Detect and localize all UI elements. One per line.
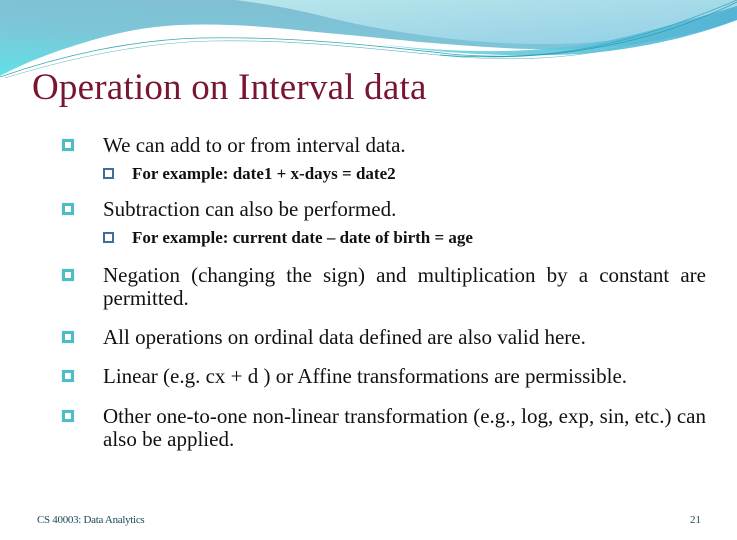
square-bullet-icon: [62, 370, 74, 382]
slide-content: We can add to or from interval data. For…: [60, 134, 706, 451]
sub-bullet-item: For example: date1 + x-days = date2: [60, 163, 706, 185]
bullet-text: Linear (e.g. cx + d ) or Affine transfor…: [103, 364, 628, 388]
sub-bullet-text: For example: date1 + x-days = date2: [132, 164, 396, 183]
bullet-text: All operations on ordinal data defined a…: [103, 325, 586, 349]
page-number: 21: [690, 514, 701, 526]
bullet-text: Other one-to-one non-linear transformati…: [103, 404, 706, 451]
sub-bullet-text: For example: current date – date of birt…: [132, 228, 473, 247]
slide-title: Operation on Interval data: [32, 67, 427, 108]
sub-bullet-item: For example: current date – date of birt…: [60, 227, 706, 249]
square-sub-bullet-icon: [103, 232, 114, 243]
bullet-item: Other one-to-one non-linear transformati…: [60, 405, 706, 451]
bullet-text: Negation (changing the sign) and multipl…: [103, 263, 706, 310]
bullet-item: Linear (e.g. cx + d ) or Affine transfor…: [60, 365, 706, 388]
footer-course: CS 40003: Data Analytics: [37, 514, 145, 526]
square-bullet-icon: [62, 331, 74, 343]
square-bullet-icon: [62, 269, 74, 281]
bullet-item: All operations on ordinal data defined a…: [60, 326, 706, 349]
square-bullet-icon: [62, 203, 74, 215]
bullet-item: Subtraction can also be performed.: [60, 198, 706, 221]
square-bullet-icon: [62, 139, 74, 151]
bullet-item: Negation (changing the sign) and multipl…: [60, 264, 706, 310]
bullet-item: We can add to or from interval data.: [60, 134, 706, 157]
bullet-text: We can add to or from interval data.: [103, 133, 406, 157]
square-bullet-icon: [62, 410, 74, 422]
bullet-text: Subtraction can also be performed.: [103, 197, 397, 221]
square-sub-bullet-icon: [103, 168, 114, 179]
